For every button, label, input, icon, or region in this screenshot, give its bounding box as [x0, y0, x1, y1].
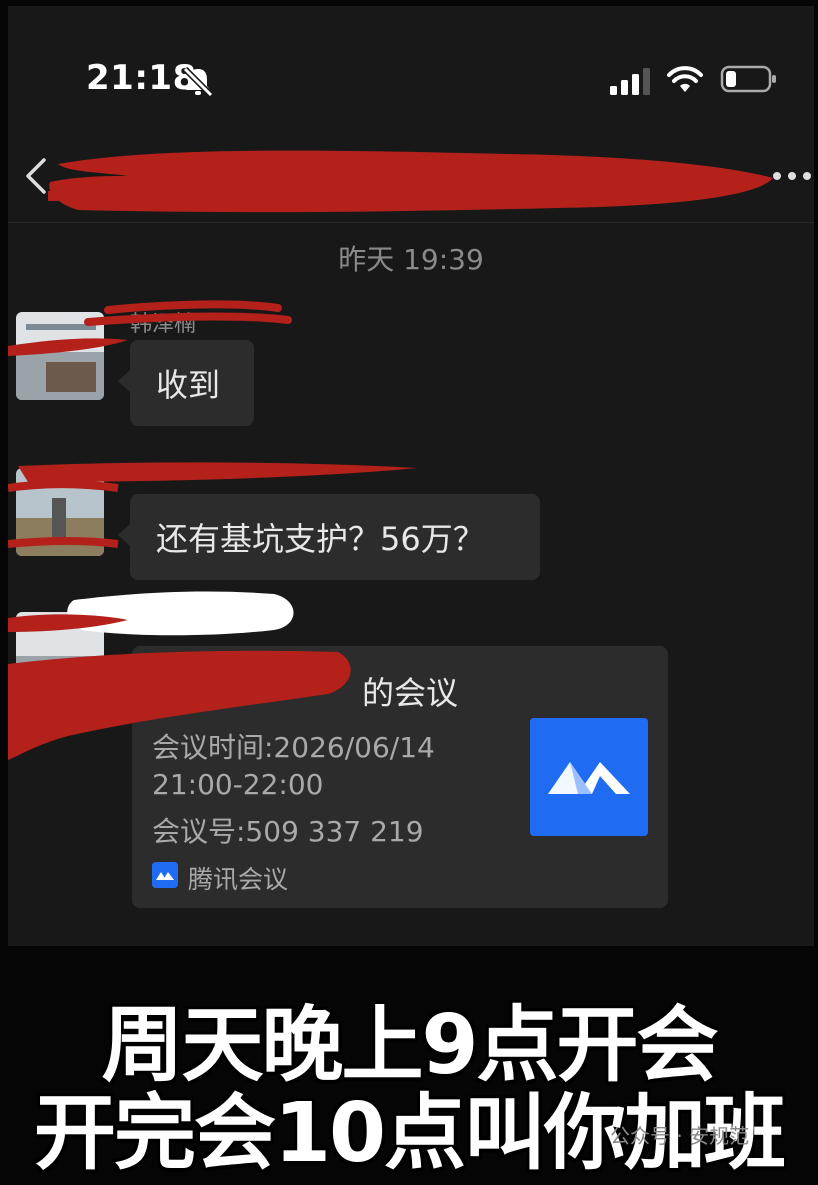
- meeting-time-range: 21:00-22:00: [152, 768, 324, 801]
- tencent-meeting-logo-icon: [530, 718, 648, 836]
- more-dots-icon[interactable]: [772, 170, 812, 182]
- chat-screen: 21:18 群 (22) 昨天 19:39 韩泽: [8, 6, 814, 946]
- meeting-id: 会议号:509 337 219: [152, 815, 424, 848]
- sender-redaction: [8, 462, 418, 548]
- battery-icon: [720, 65, 776, 93]
- meeting-app-name: 腾讯会议: [188, 865, 289, 894]
- watermark: 公众号 · 安规范: [610, 1124, 750, 1148]
- chat-timestamp: 昨天 19:39: [338, 243, 484, 276]
- meeting-title: 的会议: [362, 674, 459, 712]
- sender-redaction: [8, 614, 351, 760]
- sender-redaction: [8, 300, 292, 356]
- signal-icon: [610, 68, 650, 95]
- tencent-meeting-small-icon: [152, 862, 178, 888]
- nav-divider: [8, 222, 814, 223]
- bell-muted-icon: [182, 66, 214, 98]
- title-redaction: [47, 150, 774, 213]
- wifi-icon: [667, 66, 703, 92]
